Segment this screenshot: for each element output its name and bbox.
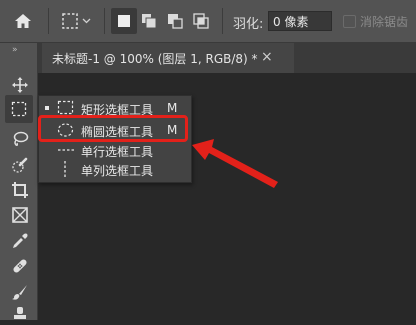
anti-alias-label: 消除锯齿 bbox=[360, 15, 409, 29]
quick-select-tool-icon[interactable] bbox=[8, 153, 30, 175]
annotation-arrow-icon bbox=[192, 139, 278, 188]
frame-tool-icon[interactable] bbox=[8, 203, 30, 225]
collapse-panel-icon[interactable]: » bbox=[12, 45, 17, 55]
annotation-highlight-box bbox=[38, 115, 188, 142]
rect-marquee-icon bbox=[57, 100, 74, 115]
single-row-marquee-icon bbox=[58, 149, 74, 151]
subtract-from-selection-icon[interactable] bbox=[166, 12, 184, 30]
feather-input[interactable]: 0 像素 bbox=[268, 11, 332, 31]
home-icon[interactable] bbox=[13, 11, 33, 31]
brush-tool-icon[interactable] bbox=[8, 280, 30, 302]
divider bbox=[222, 8, 223, 34]
healing-brush-tool-icon[interactable] bbox=[8, 254, 30, 276]
new-selection-icon bbox=[118, 15, 130, 27]
single-column-marquee-icon bbox=[64, 161, 66, 177]
options-bar: 羽化: 0 像素 消除锯齿 bbox=[0, 0, 416, 43]
flyout-item-single-column-marquee[interactable]: 单列选框工具 bbox=[39, 159, 191, 179]
eyedropper-tool-icon[interactable] bbox=[8, 229, 30, 251]
flyout-item-label: 单行选框工具 bbox=[81, 145, 154, 159]
rect-marquee-preset-icon[interactable] bbox=[61, 12, 93, 30]
flyout-item-single-row-marquee[interactable]: 单行选框工具 bbox=[39, 140, 191, 160]
flyout-item-label: 单列选框工具 bbox=[81, 164, 154, 178]
lasso-tool-icon[interactable] bbox=[8, 127, 30, 149]
document-tab-title: 未标题-1 @ 100% (图层 1, RGB/8) * bbox=[52, 52, 258, 66]
document-tab-bar: 未标题-1 @ 100% (图层 1, RGB/8) * × bbox=[38, 43, 416, 73]
crop-tool-icon[interactable] bbox=[8, 178, 30, 200]
intersect-selection-icon[interactable] bbox=[192, 12, 210, 30]
move-tool-icon[interactable] bbox=[8, 73, 30, 95]
new-selection-button[interactable] bbox=[111, 8, 137, 34]
rect-marquee-tool-icon[interactable] bbox=[5, 95, 33, 123]
close-tab-icon[interactable]: × bbox=[261, 49, 273, 65]
feather-label: 羽化: bbox=[233, 17, 264, 32]
stamp-tool-icon[interactable] bbox=[8, 303, 30, 325]
divider bbox=[104, 8, 105, 34]
add-to-selection-icon[interactable] bbox=[140, 12, 158, 30]
divider bbox=[48, 8, 49, 34]
document-tab[interactable]: 未标题-1 @ 100% (图层 1, RGB/8) * bbox=[42, 43, 294, 73]
flyout-item-shortcut: M bbox=[167, 101, 178, 115]
active-tool-indicator bbox=[45, 106, 49, 110]
anti-alias-checkbox[interactable] bbox=[343, 15, 356, 28]
